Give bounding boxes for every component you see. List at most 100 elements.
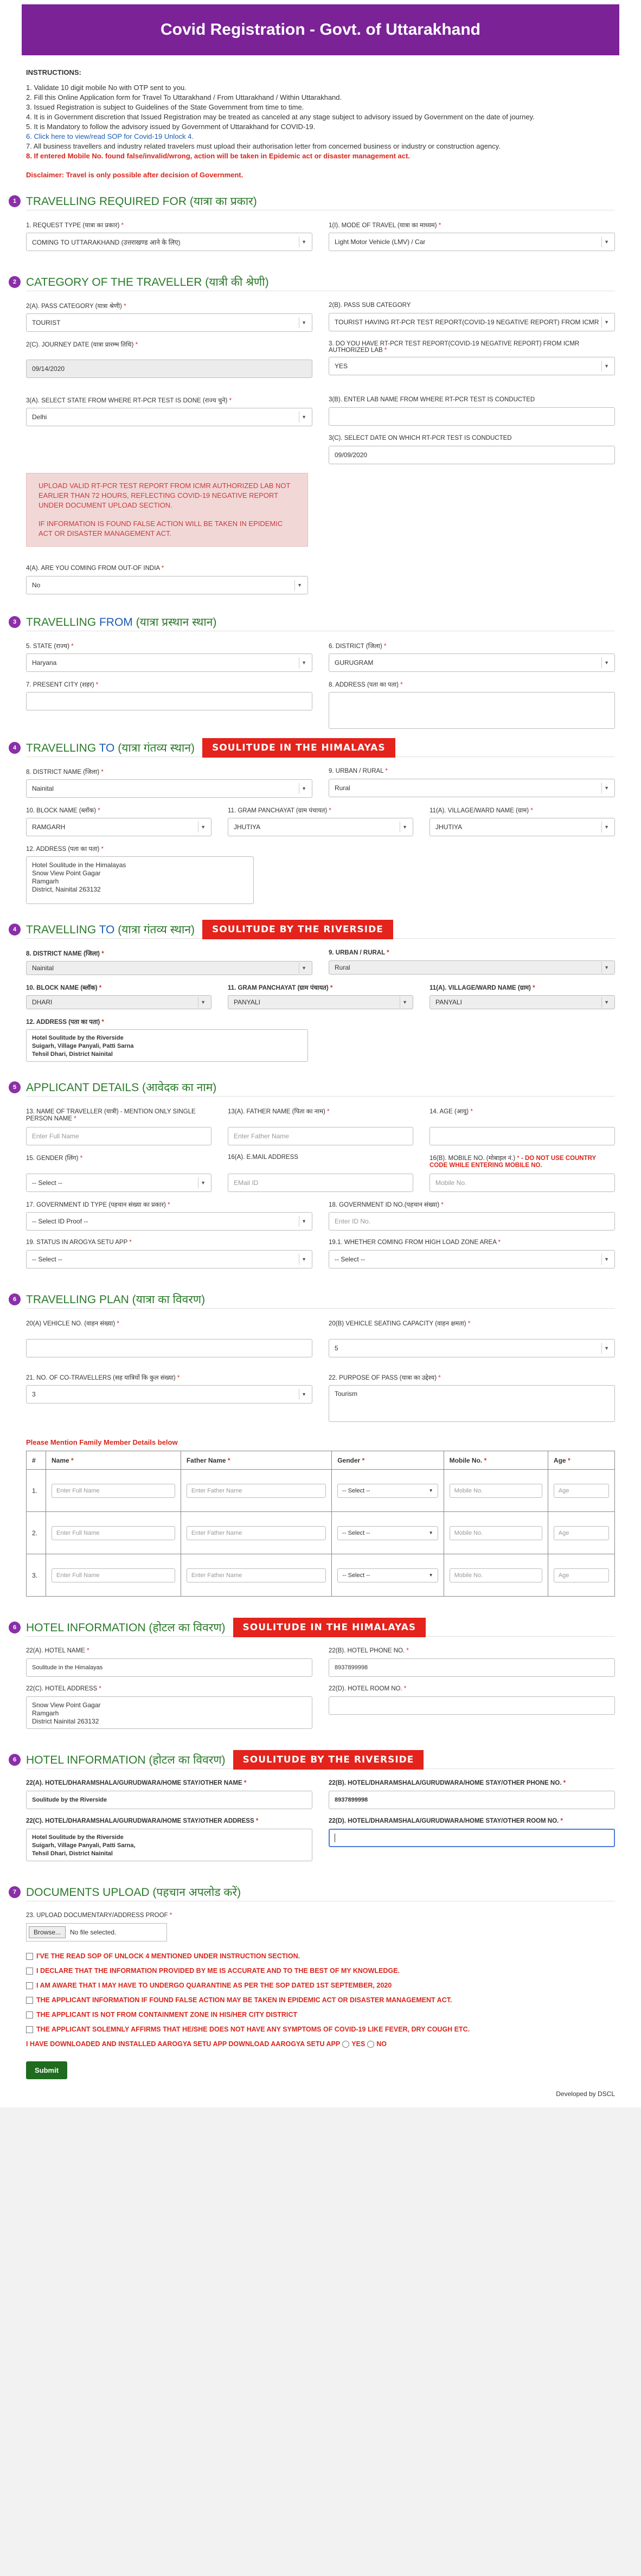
declaration-checkbox[interactable]: [26, 1952, 33, 1960]
section-travelling-from: 3 TRAVELLING FROM (यात्रा प्रस्थान स्थान)…: [9, 613, 615, 729]
member-age-input[interactable]: Age: [553, 1568, 609, 1582]
no-file-text: No file selected.: [70, 1928, 117, 1936]
to-address-textarea[interactable]: Hotel Soulitude by the Riverside Suigarh…: [26, 1029, 308, 1062]
hotel-phone-input[interactable]: 8937899998: [329, 1791, 615, 1809]
member-mobile-input[interactable]: Mobile No.: [449, 1568, 542, 1582]
member-father-input[interactable]: Enter Father Name: [186, 1526, 326, 1540]
member-father-input[interactable]: Enter Father Name: [186, 1568, 326, 1582]
hotel-address-textarea[interactable]: Snow View Point Gagar Ramgarh District N…: [26, 1696, 312, 1729]
member-name-input[interactable]: Enter Full Name: [52, 1568, 175, 1582]
section-travel-required: 1 TRAVELLING REQUIRED FOR (यात्रा का प्रक…: [9, 192, 615, 251]
pass-category-select[interactable]: TOURIST ▼: [26, 313, 312, 332]
member-name-input[interactable]: Enter Full Name: [52, 1526, 175, 1540]
declaration-checkbox[interactable]: [26, 1996, 33, 2004]
radio-yes[interactable]: [342, 2040, 350, 2048]
purpose-label: 22. PURPOSE OF PASS (यात्रा का उद्देश्य): [329, 1375, 437, 1381]
age-input[interactable]: [430, 1127, 615, 1145]
radio-no[interactable]: [367, 2040, 375, 2048]
email-input[interactable]: EMail ID: [228, 1174, 413, 1192]
mobile-label: 16(B). MOBILE NO. (मोबाइल नं.): [430, 1155, 516, 1162]
urban-rural-select[interactable]: Rural ▼: [329, 779, 615, 797]
chevron-down-icon: ▼: [299, 236, 306, 247]
request-type-select[interactable]: COMING TO UTTARAKHAND (उत्तराखण्ड आने के…: [26, 233, 312, 251]
to-district-select[interactable]: Nainital ▼: [26, 779, 312, 798]
submit-button[interactable]: Submit: [26, 2061, 68, 2079]
pass-subcategory-select[interactable]: TOURIST HAVING RT-PCR TEST REPORT(COVID-…: [329, 313, 615, 331]
chevron-down-icon: ▼: [299, 1216, 306, 1227]
member-gender-select[interactable]: -- Select -- ▼: [337, 1483, 438, 1498]
row-number: 3.: [26, 1554, 46, 1597]
mobile-input[interactable]: Mobile No.: [430, 1174, 615, 1192]
block-select[interactable]: RAMGARH ▼: [26, 818, 211, 836]
browse-button[interactable]: Browse...: [29, 1926, 66, 1938]
declaration-checkbox[interactable]: [26, 1967, 33, 1975]
hotel-room-label: 22(D). HOTEL/DHARAMSHALA/GURUDWARA/HOME …: [329, 1818, 559, 1824]
block-select[interactable]: DHARI ▼: [26, 995, 211, 1009]
journey-date-input[interactable]: 09/14/2020: [26, 360, 312, 378]
rtpcr-select[interactable]: YES ▼: [329, 357, 615, 375]
pass-subcategory-label: 2(B). PASS SUB CATEGORY: [329, 302, 411, 309]
declaration-checkbox[interactable]: [26, 2011, 33, 2018]
father-name-input[interactable]: Enter Father Name: [228, 1127, 413, 1145]
mode-of-travel-select[interactable]: Light Motor Vehicle (LMV) / Car ▼: [329, 233, 615, 251]
to-address-textarea[interactable]: Hotel Soulitude in the Himalayas Snow Vi…: [26, 856, 254, 904]
instruction-item: 1. Validate 10 digit mobile No with OTP …: [26, 84, 187, 92]
member-mobile-input[interactable]: Mobile No.: [449, 1483, 542, 1498]
hotel-address-textarea[interactable]: Hotel Soulitude by the Riverside Suigarh…: [26, 1829, 312, 1861]
vehicle-no-input[interactable]: [26, 1339, 312, 1357]
member-name-input[interactable]: Enter Full Name: [52, 1483, 175, 1498]
test-state-select[interactable]: Delhi ▼: [26, 408, 312, 426]
section-title: TRAVELLING: [26, 616, 99, 629]
outside-india-select[interactable]: No ▼: [26, 576, 308, 594]
instruction-item[interactable]: 6. Click here to view/read SOP for Covid…: [26, 132, 615, 142]
gov-id-type-select[interactable]: -- Select ID Proof -- ▼: [26, 1212, 312, 1231]
declaration-checkbox[interactable]: [26, 1982, 33, 1989]
hotel-name-input[interactable]: Soulitude in the Himalayas: [26, 1658, 312, 1677]
high-load-zone-select[interactable]: -- Select -- ▼: [329, 1250, 615, 1268]
co-travellers-select[interactable]: 3 ▼: [26, 1385, 312, 1404]
hotel-name-input[interactable]: Soulitude by the Riverside: [26, 1791, 312, 1809]
hotel-room-input[interactable]: [329, 1696, 615, 1715]
gram-panchayat-select[interactable]: JHUTIYA ▼: [228, 818, 413, 836]
warning-text-action: IF INFORMATION IS FOUND FALSE ACTION WIL…: [39, 520, 283, 537]
from-district-select[interactable]: GURUGRAM ▼: [329, 653, 615, 672]
section-title-highlight: TO: [99, 923, 115, 936]
village-select[interactable]: PANYALI ▼: [430, 995, 615, 1009]
declaration-checkbox[interactable]: [26, 2026, 33, 2033]
section-number: 6: [9, 1621, 21, 1633]
purpose-textarea[interactable]: Tourism: [329, 1385, 615, 1422]
gov-id-no-input[interactable]: Enter ID No.: [329, 1212, 615, 1231]
chevron-down-icon: ▼: [601, 657, 609, 668]
to-district-select[interactable]: Nainital ▼: [26, 961, 312, 975]
urban-rural-select[interactable]: Rural ▼: [329, 960, 615, 975]
upload-label: 23. UPLOAD DOCUMENTARY/ADDRESS PROOF: [26, 1912, 168, 1919]
test-date-input[interactable]: 09/09/2020: [329, 446, 615, 464]
chevron-down-icon: ▼: [601, 783, 609, 793]
file-upload-input[interactable]: Browse... No file selected.: [26, 1923, 167, 1941]
member-mobile-input[interactable]: Mobile No.: [449, 1526, 542, 1540]
lab-name-input[interactable]: [329, 407, 615, 426]
col-header-no: #: [26, 1451, 46, 1470]
village-select[interactable]: JHUTIYA ▼: [430, 818, 615, 836]
arogya-question: I HAVE DOWNLOADED AND INSTALLED AAROGYA …: [26, 2040, 615, 2048]
from-state-select[interactable]: Haryana ▼: [26, 653, 312, 672]
table-header-row: # Name * Father Name * Gender * Mobile N…: [26, 1451, 616, 1470]
section-title: TRAVELLING PLAN (यात्रा का विवरण): [26, 1293, 206, 1306]
gender-select[interactable]: -- Select -- ▼: [26, 1174, 211, 1192]
seating-capacity-select[interactable]: 5 ▼: [329, 1339, 615, 1357]
from-address-textarea[interactable]: [329, 692, 615, 729]
gram-panchayat-select[interactable]: PANYALI ▼: [228, 995, 413, 1009]
present-city-input[interactable]: [26, 692, 312, 710]
hotel-room-input[interactable]: [329, 1829, 615, 1847]
section-category: 2 CATEGORY OF THE TRAVELLER (यात्री की श्…: [9, 273, 615, 594]
traveller-name-input[interactable]: Enter Full Name: [26, 1127, 211, 1145]
member-father-input[interactable]: Enter Father Name: [186, 1483, 326, 1498]
member-gender-select[interactable]: -- Select -- ▼: [337, 1526, 438, 1540]
member-age-input[interactable]: Age: [553, 1526, 609, 1540]
hotel-phone-input[interactable]: 8937899998: [329, 1658, 615, 1677]
email-label: 16(A). E.MAIL ADDRESS: [228, 1154, 298, 1161]
arogya-status-select[interactable]: -- Select -- ▼: [26, 1250, 312, 1268]
member-gender-select[interactable]: -- Select -- ▼: [337, 1568, 438, 1582]
instruction-item: 7. All business travellers and industry …: [26, 142, 501, 150]
member-age-input[interactable]: Age: [553, 1483, 609, 1498]
